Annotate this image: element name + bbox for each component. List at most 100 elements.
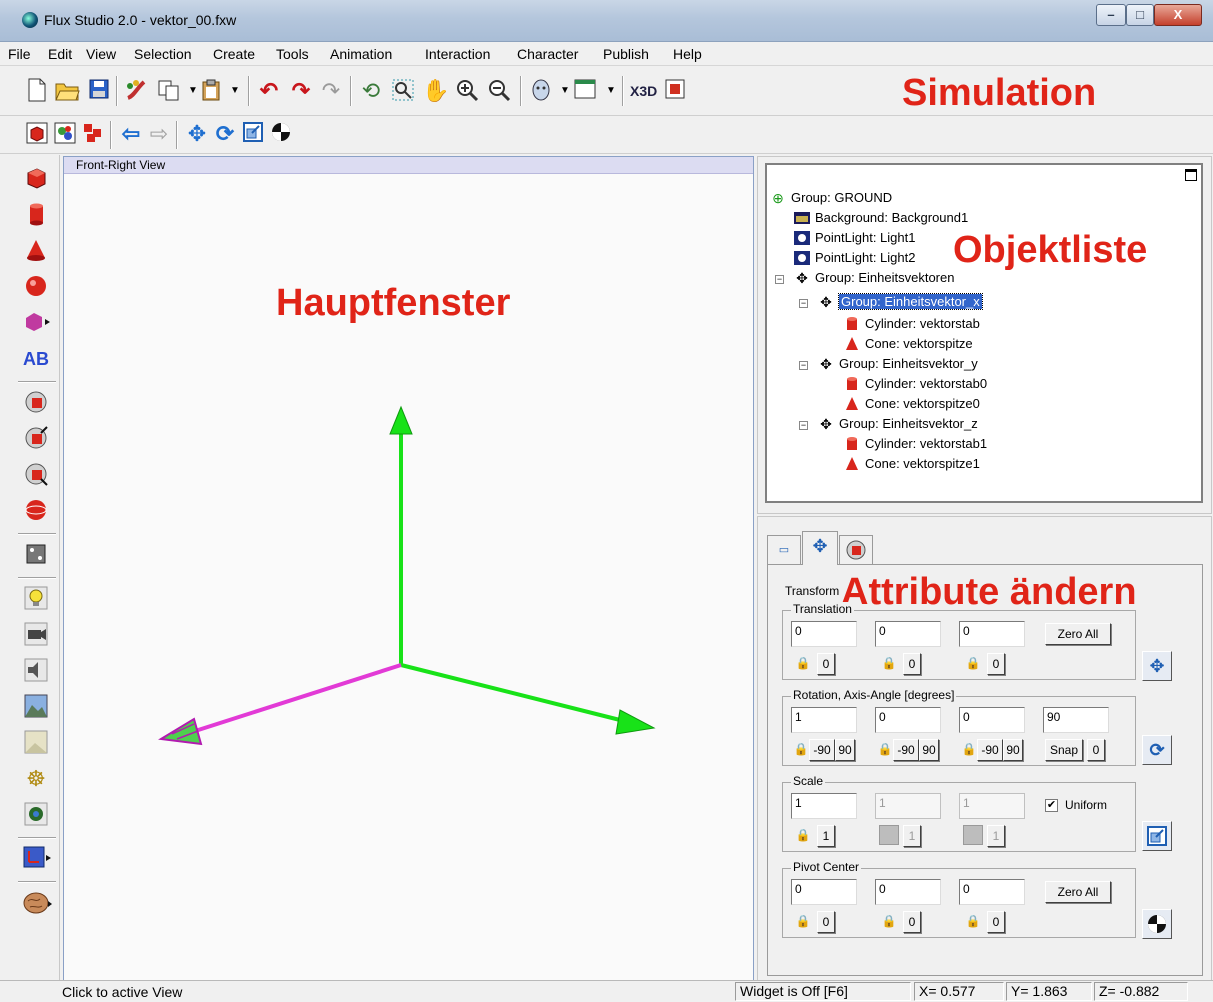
dropdown-icon[interactable]: ▼ [222,78,248,104]
group-add-icon[interactable] [22,389,50,417]
material-icon[interactable] [839,535,873,565]
new-file-icon[interactable] [24,78,50,104]
text-icon[interactable]: AB [22,345,50,373]
menu-tools[interactable]: Tools [276,46,309,62]
paint-icon[interactable] [124,78,150,104]
minimize-button[interactable]: – [1096,4,1126,26]
panel-maximize-button[interactable] [1185,169,1197,181]
tree-expander[interactable]: − [799,299,808,308]
translation-zero-all-button[interactable]: Zero All [1045,623,1111,645]
menu-help[interactable]: Help [673,46,702,62]
cylinder-icon[interactable] [22,201,50,229]
extrusion-icon[interactable] [22,309,50,337]
tree-expander[interactable]: − [775,275,784,284]
scale-x-reset[interactable]: 1 [817,825,835,847]
translation-z-field[interactable]: 0 [959,621,1025,647]
tree-node-einheitsvektoren[interactable]: ✥ Group: Einheitsvektoren [793,269,954,289]
dice-icon[interactable] [22,541,50,569]
main-viewport[interactable]: Front-Right View Hauptfenster [63,156,754,982]
viewpoint-icon[interactable] [22,801,50,829]
object-tree[interactable]: Objektliste ⊕ Group: GROUND Background: B… [765,163,1203,503]
tab-move-icon[interactable]: ✥ [802,531,838,565]
tree-node-einheitsvektor-y[interactable]: ✥ Group: Einheitsvektor_y [817,355,978,375]
menu-create[interactable]: Create [213,46,255,62]
arrow-left-icon[interactable]: ⇦ [118,121,144,147]
lightbulb-icon[interactable] [22,585,50,613]
pivot-z-reset[interactable]: 0 [987,911,1005,933]
tree-node-background[interactable]: Background: Background1 [793,209,968,229]
tree-expander[interactable]: − [799,361,808,370]
pivot-y-field[interactable]: 0 [875,879,941,905]
tree-node-light2[interactable]: PointLight: Light2 [793,249,915,269]
lock-icon[interactable]: 🔒 [879,911,899,931]
pan-hand-icon[interactable]: ✋ [422,78,449,104]
group-resize-icon[interactable] [22,461,50,489]
tree-node-vektorstab[interactable]: Cylinder: vektorstab [843,315,980,335]
brain-icon[interactable] [22,889,52,917]
package-icon[interactable] [662,78,688,104]
x3d-icon[interactable]: X3D [630,78,657,104]
scale-side-icon[interactable] [1142,821,1172,851]
coordinate-icon[interactable] [22,845,51,873]
tree-node-vektorspitze0[interactable]: Cone: vektorspitze0 [843,395,980,415]
redo-icon[interactable]: ↷ [288,78,314,104]
rotate-icon[interactable]: ⟳ [212,121,238,147]
cone-icon[interactable] [22,237,50,265]
tree-node-vektorspitze1[interactable]: Cone: vektorspitze1 [843,455,980,475]
menu-publish[interactable]: Publish [603,46,649,62]
pivot-y-reset[interactable]: 0 [903,911,921,933]
tree-node-vektorstab0[interactable]: Cylinder: vektorstab0 [843,375,987,395]
tree-node-einheitsvektor-z[interactable]: ✥ Group: Einheitsvektor_z [817,415,978,435]
translation-y-reset[interactable]: 0 [903,653,921,675]
window-icon[interactable] [572,78,598,104]
maximize-button[interactable]: □ [1126,4,1154,26]
paste-icon[interactable] [198,78,224,104]
sphere-shaded-icon[interactable] [22,497,50,525]
undo-icon[interactable]: ↶ [256,78,282,104]
tree-node-einheitsvektor-x[interactable]: ✥ Group: Einheitsvektor_x [817,293,983,313]
tree-node-ground[interactable]: ⊕ Group: GROUND [769,189,892,209]
sound-icon[interactable] [22,657,50,685]
tree-node-light1[interactable]: PointLight: Light1 [793,229,915,249]
lock-icon[interactable]: 🔒 [963,911,983,931]
menu-selection[interactable]: Selection [134,46,192,62]
group-scale-icon[interactable] [22,425,50,453]
red-box-icon[interactable] [24,121,50,147]
fog-icon[interactable] [22,729,50,757]
group-icon[interactable] [80,121,106,147]
lock-icon[interactable]: 🔒 [959,739,979,759]
rotation-x-field[interactable]: 1 [791,707,857,733]
menu-file[interactable]: File [8,46,31,62]
copy-icon[interactable] [156,78,182,104]
pivot-x-field[interactable]: 0 [791,879,857,905]
tag-icon[interactable]: ▭ [767,535,801,565]
rotation-y-field[interactable]: 0 [875,707,941,733]
scene-canvas[interactable] [64,174,753,981]
zoom-region-icon[interactable] [390,78,416,104]
rotate-side-icon[interactable]: ⟳ [1142,735,1172,765]
rotation-x-pos90[interactable]: 90 [835,739,855,761]
menu-edit[interactable]: Edit [48,46,72,62]
lock-icon[interactable]: 🔒 [793,911,813,931]
rotation-x-neg90[interactable]: -90 [809,739,835,761]
rotation-z-neg90[interactable]: -90 [977,739,1003,761]
save-icon[interactable] [86,78,112,104]
tree-node-vektorstab1[interactable]: Cylinder: vektorstab1 [843,435,987,455]
rotation-y-neg90[interactable]: -90 [893,739,919,761]
uniform-checkbox[interactable]: ✔ [1045,799,1058,812]
rotation-snap-button[interactable]: Snap [1045,739,1083,761]
pivot-side-icon[interactable] [1142,909,1172,939]
menu-character[interactable]: Character [517,46,578,62]
rotation-z-pos90[interactable]: 90 [1003,739,1023,761]
open-folder-icon[interactable] [54,78,80,104]
pivot-icon[interactable] [268,121,294,147]
tree-expander[interactable]: − [799,421,808,430]
avatar-icon[interactable] [528,78,554,104]
lock-icon[interactable]: 🔒 [879,653,899,673]
navigation-icon[interactable]: ☸ [22,765,50,793]
menu-interaction[interactable]: Interaction [425,46,490,62]
pivot-zero-all-button[interactable]: Zero All [1045,881,1111,903]
translation-z-reset[interactable]: 0 [987,653,1005,675]
box-icon[interactable] [22,165,50,193]
translation-x-field[interactable]: 0 [791,621,857,647]
